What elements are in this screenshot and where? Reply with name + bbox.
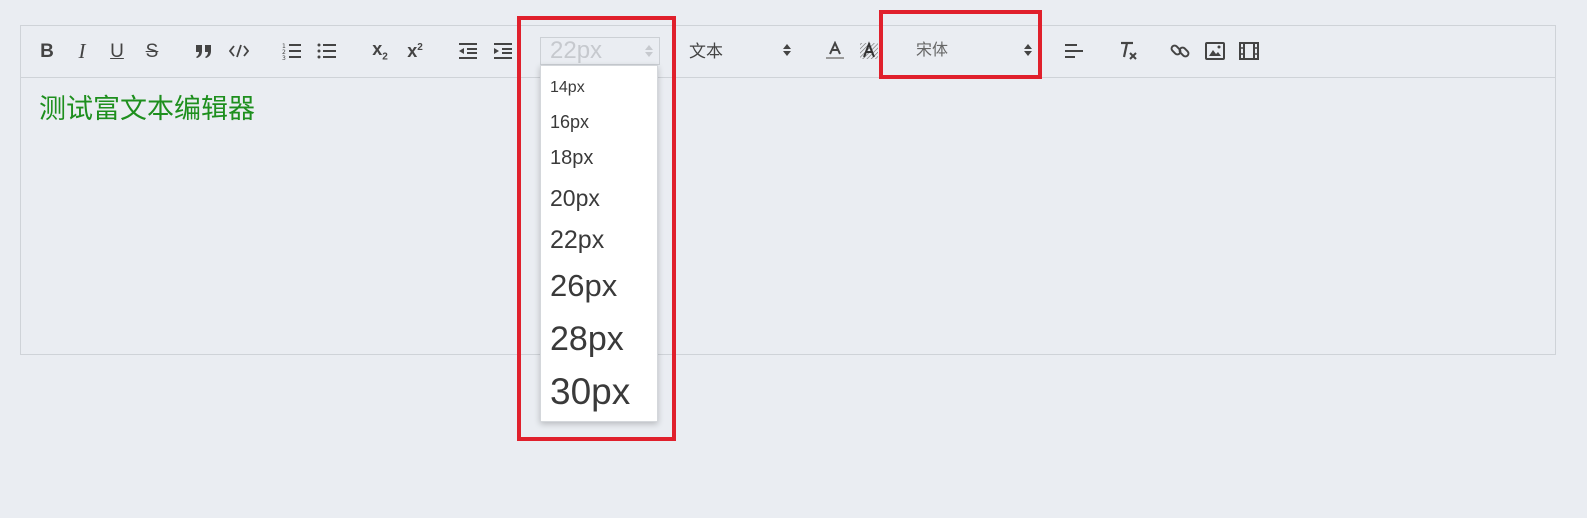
link-icon xyxy=(1170,44,1190,58)
outdent-icon xyxy=(459,43,477,59)
italic-button[interactable]: I xyxy=(70,38,94,64)
size-option-18px[interactable]: 18px xyxy=(550,148,593,168)
bullet-list-icon xyxy=(317,43,336,59)
size-option-22px[interactable]: 22px xyxy=(550,228,604,253)
size-option-26px[interactable]: 26px xyxy=(550,270,617,301)
background-color-icon xyxy=(860,41,878,59)
header-picker[interactable]: 文本 xyxy=(689,37,797,65)
video-button[interactable] xyxy=(1237,38,1261,64)
code-block-button[interactable] xyxy=(227,38,251,64)
size-option-20px[interactable]: 20px xyxy=(550,187,600,210)
text-color-icon xyxy=(826,41,844,59)
page: B I U S 1 2 3 x2 x2 22px 文本 宋体 测试富文本编辑器 … xyxy=(0,0,1587,518)
font-family-picker[interactable]: 宋体 xyxy=(916,37,1038,65)
strike-button[interactable]: S xyxy=(140,38,164,64)
image-icon xyxy=(1205,42,1225,60)
font-size-value: 22px xyxy=(550,37,603,64)
clear-format-icon xyxy=(1121,41,1137,60)
ordered-list-icon: 1 2 3 xyxy=(282,43,301,60)
bullet-list-button[interactable] xyxy=(315,38,339,64)
font-size-picker[interactable]: 22px xyxy=(540,37,660,65)
strike-icon: S xyxy=(145,40,159,62)
size-option-14px[interactable]: 14px xyxy=(550,80,585,96)
text-color-button[interactable] xyxy=(823,38,847,64)
font-size-dropdown: 14px 16px 18px 20px 22px 26px 28px 30px xyxy=(540,65,658,422)
align-button[interactable] xyxy=(1062,38,1086,64)
editor-toolbar: B I U S 1 2 3 x2 x2 22px 文本 宋体 xyxy=(21,26,1555,78)
subscript-mark: 2 xyxy=(382,51,388,63)
link-button[interactable] xyxy=(1168,38,1192,64)
picker-arrows-icon xyxy=(1024,44,1032,56)
italic-icon: I xyxy=(78,38,86,63)
background-color-button[interactable] xyxy=(857,38,881,64)
superscript-mark: 2 xyxy=(417,42,423,53)
picker-arrows-icon xyxy=(783,44,791,56)
ordered-list-button[interactable]: 1 2 3 xyxy=(280,38,304,64)
blockquote-button[interactable] xyxy=(192,38,216,64)
indent-button[interactable] xyxy=(491,38,515,64)
blockquote-icon xyxy=(196,45,211,58)
font-family-value: 宋体 xyxy=(916,42,949,59)
bold-icon: B xyxy=(40,40,54,62)
clear-format-button[interactable] xyxy=(1116,38,1140,64)
svg-text:3: 3 xyxy=(282,55,286,60)
superscript-label: x xyxy=(407,41,418,61)
outdent-button[interactable] xyxy=(456,38,480,64)
size-option-16px[interactable]: 16px xyxy=(550,113,589,131)
size-option-28px[interactable]: 28px xyxy=(550,322,624,356)
indent-icon xyxy=(494,43,512,59)
size-option-30px[interactable]: 30px xyxy=(550,373,630,410)
superscript-icon: x2 xyxy=(407,42,423,60)
align-left-icon xyxy=(1065,44,1083,58)
underline-button[interactable]: U xyxy=(105,38,129,64)
underline-icon: U xyxy=(110,40,124,62)
video-icon xyxy=(1239,42,1259,60)
header-value: 文本 xyxy=(689,41,723,61)
picker-arrows-icon xyxy=(645,45,653,57)
subscript-label: x xyxy=(372,38,383,59)
subscript-icon: x2 xyxy=(372,40,388,63)
superscript-button[interactable]: x2 xyxy=(403,38,427,64)
image-button[interactable] xyxy=(1203,38,1227,64)
code-block-icon xyxy=(229,44,249,58)
editor-content-text[interactable]: 测试富文本编辑器 xyxy=(39,96,255,123)
subscript-button[interactable]: x2 xyxy=(368,38,392,64)
rich-text-editor: B I U S 1 2 3 x2 x2 22px 文本 宋体 测试富文本编辑器 xyxy=(20,25,1556,355)
bold-button[interactable]: B xyxy=(35,38,59,64)
